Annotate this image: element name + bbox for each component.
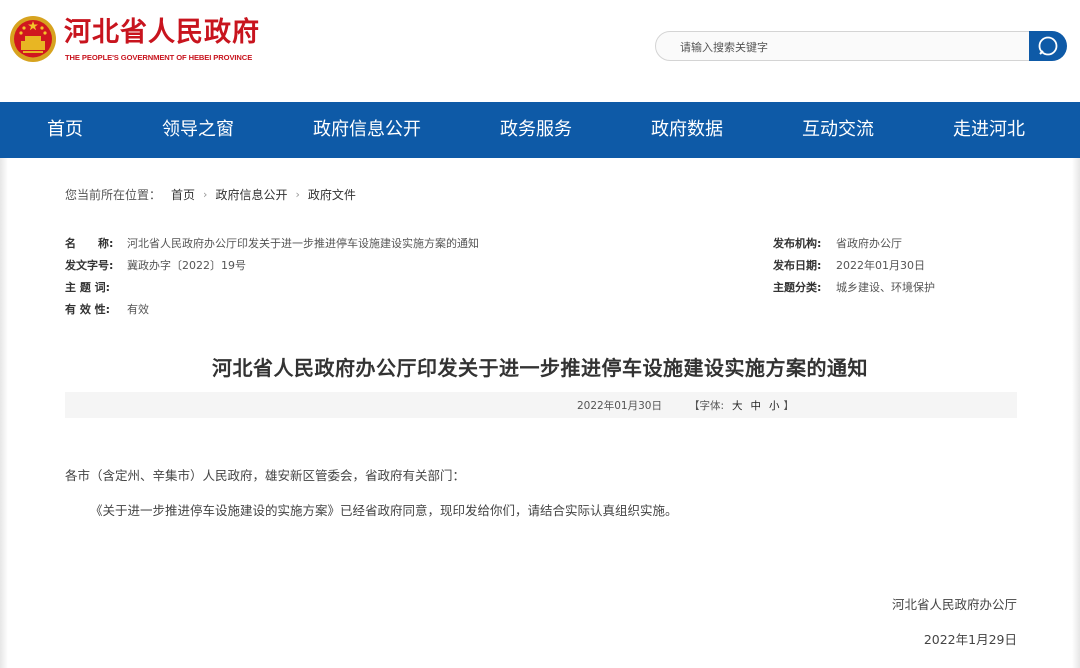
meta-doc-no-label: 发文字号: bbox=[65, 259, 114, 272]
breadcrumb-separator: › bbox=[295, 188, 300, 201]
document-signature: 河北省人民政府办公厅 bbox=[891, 597, 1017, 612]
font-size-small[interactable]: 小 bbox=[769, 398, 780, 413]
document-title: 河北省人民政府办公厅印发关于进一步推进停车设施建设实施方案的通知 bbox=[212, 356, 868, 380]
font-size-medium[interactable]: 中 bbox=[751, 398, 762, 413]
font-size-suffix: 】 bbox=[783, 400, 795, 412]
meta-validity-value: 有效 bbox=[127, 303, 149, 316]
document-sign-date: 2022年1月29日 bbox=[923, 632, 1017, 647]
search-button[interactable] bbox=[1029, 31, 1067, 61]
breadcrumb-gov-docs[interactable]: 政府文件 bbox=[308, 186, 356, 203]
search-input[interactable] bbox=[680, 38, 1020, 56]
breadcrumb-gov-info[interactable]: 政府信息公开 bbox=[215, 186, 287, 203]
national-emblem-icon[interactable] bbox=[9, 14, 57, 64]
site-header: 河北省人民政府 THE PEOPLE'S GOVERNMENT OF HEBEI… bbox=[0, 0, 1080, 102]
meta-name-label: 名 称: bbox=[65, 237, 114, 250]
meta-doc-no-value: 冀政办字〔2022〕19号 bbox=[127, 259, 246, 272]
search-icon bbox=[1038, 36, 1058, 56]
nav-item-about-hebei[interactable]: 走进河北 bbox=[953, 102, 1025, 158]
nav-item-home[interactable]: 首页 bbox=[47, 102, 83, 158]
document-date: 2022年01月30日 bbox=[577, 400, 662, 412]
font-size-large[interactable]: 大 bbox=[732, 398, 743, 413]
document-body-paragraph: 《关于进一步推进停车设施建设的实施方案》已经省政府同意，现印发给你们，请结合实际… bbox=[90, 503, 678, 518]
meta-pub-date-value: 2022年01月30日 bbox=[836, 259, 925, 272]
meta-pub-date-label: 发布日期: bbox=[773, 259, 822, 272]
nav-item-interaction[interactable]: 互动交流 bbox=[802, 102, 874, 158]
breadcrumb-separator: › bbox=[203, 188, 208, 201]
nav-item-data[interactable]: 政府数据 bbox=[651, 102, 723, 158]
nav-item-gov-info[interactable]: 政府信息公开 bbox=[313, 102, 421, 158]
meta-category-value: 城乡建设、环境保护 bbox=[836, 281, 935, 294]
site-title-english: THE PEOPLE'S GOVERNMENT OF HEBEI PROVINC… bbox=[65, 53, 253, 62]
breadcrumb: 您当前所在位置： 首页 › 政府信息公开 › 政府文件 bbox=[65, 186, 356, 203]
breadcrumb-home[interactable]: 首页 bbox=[171, 186, 195, 203]
meta-issuer-value: 省政府办公厅 bbox=[836, 237, 902, 250]
main-nav: 首页 领导之窗 政府信息公开 政务服务 政府数据 互动交流 走进河北 bbox=[0, 102, 1080, 158]
meta-subject-label: 主 题 词: bbox=[65, 281, 111, 294]
right-shadow bbox=[1072, 158, 1080, 668]
meta-name-value: 河北省人民政府办公厅印发关于进一步推进停车设施建设实施方案的通知 bbox=[127, 237, 479, 250]
font-size-prefix: 【字体: bbox=[689, 400, 725, 412]
document-info-bar: 2022年01月30日 【字体: 大 中 小 】 bbox=[65, 392, 1017, 418]
nav-item-leaders[interactable]: 领导之窗 bbox=[162, 102, 234, 158]
search-box bbox=[655, 31, 1031, 61]
document-salutation: 各市（含定州、辛集市）人民政府，雄安新区管委会，省政府有关部门： bbox=[65, 468, 466, 483]
meta-category-label: 主题分类: bbox=[773, 281, 822, 294]
meta-validity-label: 有 效 性: bbox=[65, 303, 111, 316]
left-shadow bbox=[0, 158, 8, 668]
breadcrumb-prefix: 您当前所在位置： bbox=[65, 188, 162, 202]
site-title[interactable]: 河北省人民政府 bbox=[64, 16, 260, 50]
font-size-control: 【字体: 大 中 小 】 bbox=[689, 398, 794, 413]
nav-item-services[interactable]: 政务服务 bbox=[500, 102, 572, 158]
meta-issuer-label: 发布机构: bbox=[773, 237, 822, 250]
